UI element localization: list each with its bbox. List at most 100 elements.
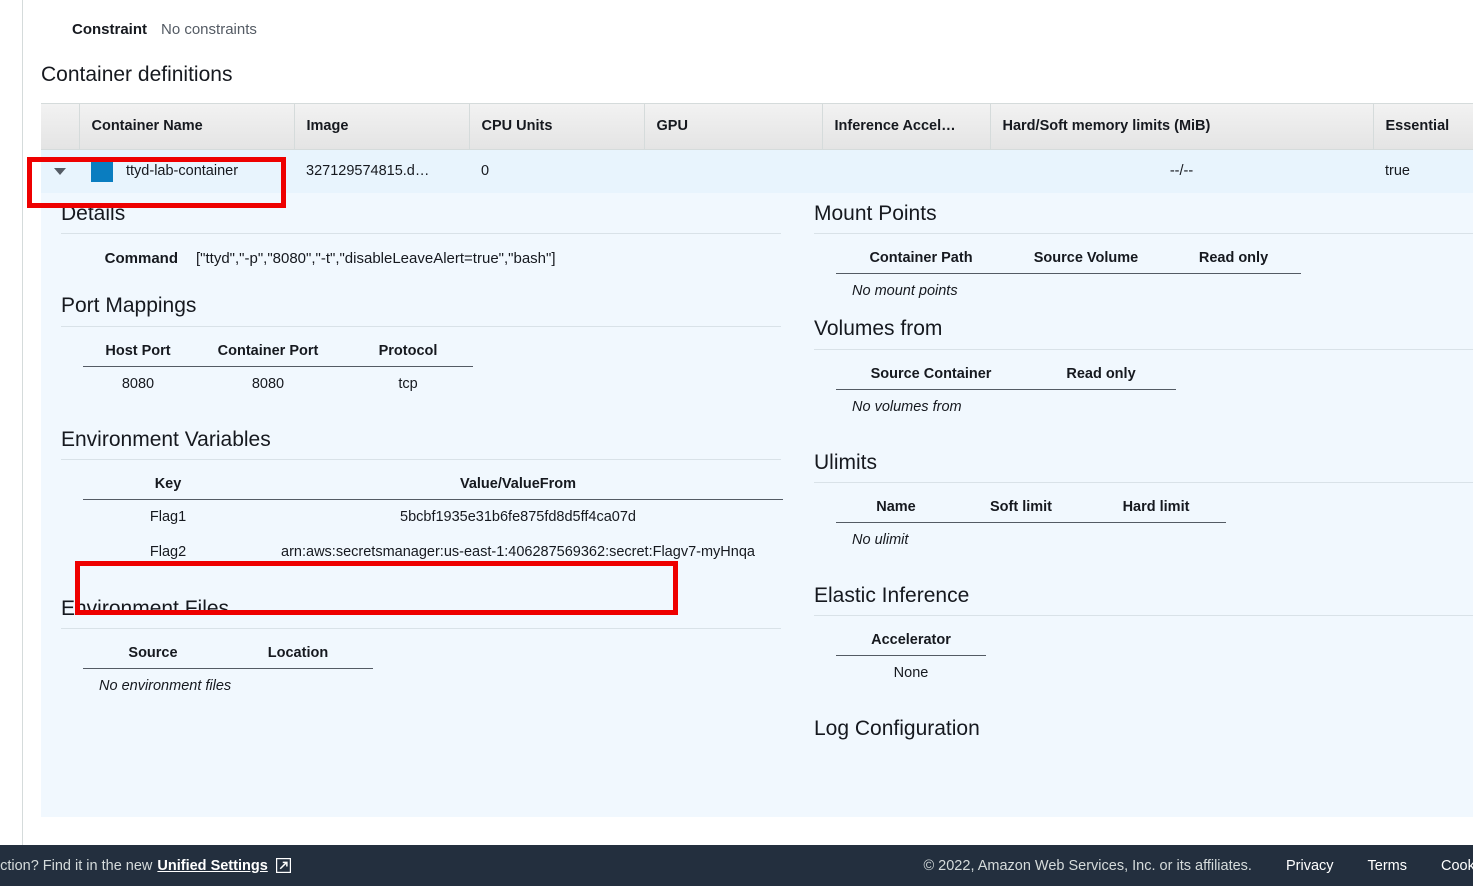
cell-container-port: 8080 <box>251 375 285 392</box>
cell-inference-accelerator <box>822 149 990 194</box>
column-header-container-name[interactable]: Container Name <box>79 104 295 150</box>
column-header-source: Source <box>83 635 223 670</box>
cell-protocol: tcp <box>398 375 418 392</box>
footer-right-links: © 2022, Amazon Web Services, Inc. or its… <box>923 858 1473 874</box>
unified-settings-link[interactable]: Unified Settings <box>157 858 267 874</box>
page-title: Container definitions <box>41 63 233 86</box>
constraint-label: Constraint <box>72 21 147 38</box>
volumes-from-rule <box>814 348 1473 350</box>
cookie-preferences-link[interactable]: Cookie preferences <box>1441 858 1473 874</box>
ulimits-table: Name Soft limit Hard limit No ulimit <box>836 488 1226 557</box>
table-row[interactable]: ttyd-lab-container 327129574815.d… 0 --/… <box>41 149 1473 194</box>
command-label: Command <box>104 250 178 268</box>
container-status-icon <box>91 160 113 183</box>
cell-env-key-flag2: Flag2 <box>149 544 187 560</box>
environment-files-rule <box>61 628 781 630</box>
port-mappings-rule <box>61 325 781 327</box>
mount-points-header-row: Container Path Source Volume Read only <box>836 240 1301 275</box>
column-header-inference-accelerator[interactable]: Inference Accel… <box>822 104 991 150</box>
ulimits-rule <box>814 481 1473 483</box>
cell-image: 327129574815.d… <box>294 149 469 194</box>
cell-env-value-flag1: 5bcbf1935e31b6fe875fd8d5ff4ca07d <box>400 508 636 525</box>
mount-points-empty-message: No mount points <box>852 283 958 300</box>
column-header-soft-limit: Soft limit <box>956 488 1086 523</box>
cell-memory-limits: --/-- <box>990 149 1373 194</box>
environment-variable-row-flag2: Flag2 arn:aws:secretsmanager:us-east-1:4… <box>83 534 783 570</box>
ulimits-empty-message: No ulimit <box>852 531 909 548</box>
cell-env-key-flag1: Flag1 <box>149 508 187 525</box>
port-mappings-table: Host Port Container Port Protocol 8080 8… <box>83 332 473 401</box>
external-link-icon[interactable] <box>275 858 291 873</box>
column-header-source-volume: Source Volume <box>1006 240 1166 275</box>
constraint-row: Constraint No constraints <box>41 0 1473 38</box>
column-header-image[interactable]: Image <box>294 104 470 150</box>
elastic-inference-row: None <box>836 656 986 691</box>
chevron-down-icon[interactable] <box>54 168 66 176</box>
column-header-cpu-units[interactable]: CPU Units <box>469 104 645 150</box>
environment-variables-header-row: Key Value/ValueFrom <box>83 465 783 500</box>
main-content: Constraint No constraints Container defi… <box>41 0 1473 845</box>
mount-points-empty-row: No mount points <box>836 274 1301 309</box>
column-header-read-only: Read only <box>1166 240 1301 275</box>
table-header-row: Container Name Image CPU Units GPU Infer… <box>41 104 1473 150</box>
volumes-from-section-title: Volumes from <box>814 317 943 341</box>
mount-points-table: Container Path Source Volume Read only N… <box>836 240 1301 308</box>
port-mappings-row: 8080 8080 tcp <box>83 366 473 401</box>
table-header: Container Name Image CPU Units GPU Infer… <box>41 104 1473 150</box>
log-configuration-section-title: Log Configuration <box>814 717 980 741</box>
mount-points-section-title: Mount Points <box>814 202 937 226</box>
container-definitions-table-wrap: Container Name Image CPU Units GPU Infer… <box>41 103 1473 818</box>
environment-files-table: Source Location No environment files <box>83 635 373 703</box>
detail-right-column: Mount Points Container Path Source Volum… <box>801 193 1473 817</box>
column-header-accelerator: Accelerator <box>836 622 986 657</box>
row-expander-cell[interactable] <box>41 149 79 194</box>
volumes-from-table: Source Container Read only No volumes fr… <box>836 355 1176 424</box>
mount-points-rule <box>814 233 1473 235</box>
footer-left-notice: ection? Find it in the new Unified Setti… <box>0 858 291 874</box>
privacy-link[interactable]: Privacy <box>1286 858 1334 874</box>
column-header-essential[interactable]: Essential <box>1373 104 1473 150</box>
cell-cpu-units: 0 <box>469 149 644 194</box>
environment-files-empty-row: No environment files <box>83 669 373 704</box>
cell-essential: true <box>1373 149 1473 194</box>
column-header-expander <box>41 104 80 150</box>
table-body: ttyd-lab-container 327129574815.d… 0 --/… <box>41 149 1473 194</box>
cell-env-value-flag2: arn:aws:secretsmanager:us-east-1:4062875… <box>281 543 755 560</box>
elastic-inference-table: Accelerator None <box>836 622 986 690</box>
cell-gpu <box>644 149 822 194</box>
column-header-volumes-read-only: Read only <box>1026 355 1176 390</box>
terms-link[interactable]: Terms <box>1368 858 1407 874</box>
column-header-memory-limits[interactable]: Hard/Soft memory limits (MiB) <box>990 104 1374 150</box>
column-header-value-valuefrom: Value/ValueFrom <box>253 465 783 500</box>
container-detail-panel: Details Command ["ttyd","-p","8080","-t"… <box>41 193 1473 818</box>
ulimits-header-row: Name Soft limit Hard limit <box>836 488 1226 523</box>
ulimits-section-title: Ulimits <box>814 450 877 474</box>
column-header-host-port: Host Port <box>83 332 193 367</box>
footer-notice-text: ection? Find it in the new <box>0 857 153 874</box>
volumes-from-header-row: Source Container Read only <box>836 355 1176 390</box>
column-header-container-path: Container Path <box>836 240 1006 275</box>
port-mappings-header-row: Host Port Container Port Protocol <box>83 332 473 367</box>
command-value: ["ttyd","-p","8080","-t","disableLeaveAl… <box>196 250 556 268</box>
environment-files-empty-message: No environment files <box>99 678 232 695</box>
environment-variable-row-flag1: Flag1 5bcbf1935e31b6fe875fd8d5ff4ca07d <box>83 499 783 534</box>
column-header-gpu[interactable]: GPU <box>644 104 823 150</box>
environment-variables-section-title: Environment Variables <box>61 427 271 451</box>
command-row: Command ["ttyd","-p","8080","-t","disabl… <box>61 240 801 285</box>
details-rule <box>61 233 781 235</box>
cell-accelerator-value: None <box>893 665 929 682</box>
elastic-inference-section-title: Elastic Inference <box>814 583 970 607</box>
cell-host-port: 8080 <box>121 375 155 392</box>
elastic-inference-rule <box>814 615 1473 617</box>
detail-left-column: Details Command ["ttyd","-p","8080","-t"… <box>41 193 801 817</box>
page-footer: ection? Find it in the new Unified Setti… <box>0 845 1473 886</box>
elastic-inference-header-row: Accelerator <box>836 622 986 657</box>
port-mappings-section-title: Port Mappings <box>61 294 197 318</box>
cell-container-name[interactable]: ttyd-lab-container <box>79 149 294 194</box>
copyright-text: © 2022, Amazon Web Services, Inc. or its… <box>923 857 1252 874</box>
container-definitions-table: Container Name Image CPU Units GPU Infer… <box>41 104 1473 194</box>
constraint-value: No constraints <box>161 21 257 38</box>
environment-files-section-title: Environment Files <box>61 597 230 621</box>
column-header-source-container: Source Container <box>836 355 1026 390</box>
column-header-ulimit-name: Name <box>836 488 956 523</box>
